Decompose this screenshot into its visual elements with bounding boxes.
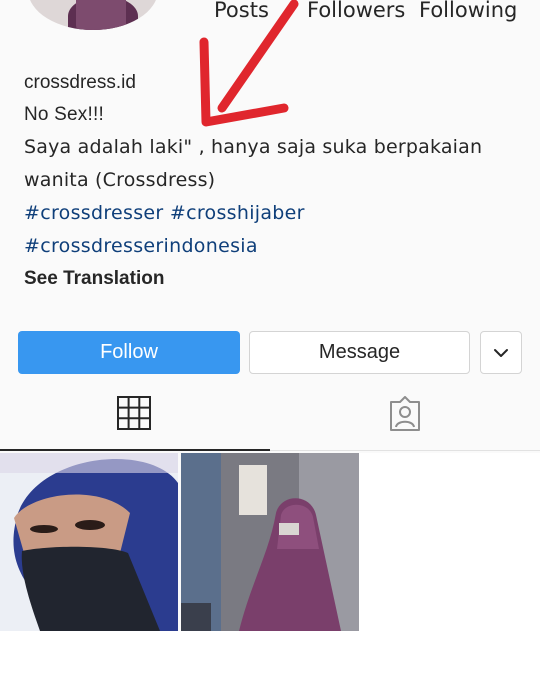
bio-hashtags-2[interactable]: #crossdresserindonesia: [24, 235, 258, 257]
empty-grid-cell: [359, 453, 540, 631]
active-tab-indicator: [0, 449, 270, 451]
following-count-label[interactable]: Following: [419, 0, 517, 22]
bio-line-1: No Sex!!!: [24, 104, 104, 125]
more-options-button[interactable]: [480, 331, 522, 374]
message-button[interactable]: Message: [249, 331, 470, 374]
grid-icon[interactable]: [117, 396, 151, 430]
bio-hashtags-1[interactable]: #crossdresser #crosshijaber: [24, 202, 305, 224]
profile-username: crossdress.id: [24, 72, 136, 93]
profile-avatar[interactable]: [28, 0, 158, 30]
see-translation-link[interactable]: See Translation: [24, 268, 164, 290]
tagged-icon[interactable]: [387, 396, 423, 432]
post-thumbnail-1[interactable]: [0, 453, 178, 631]
followers-count-label[interactable]: Followers: [307, 0, 405, 22]
bio-line-3: wanita (Crossdress): [24, 169, 216, 191]
follow-button[interactable]: Follow: [18, 331, 240, 374]
instagram-profile-page: Posts Followers Following crossdress.id …: [0, 0, 540, 675]
red-annotation-arrow-icon: [199, 0, 299, 127]
bottom-blank-area: [0, 631, 540, 675]
chevron-down-icon: [494, 348, 508, 357]
post-thumbnail-2[interactable]: [181, 453, 359, 631]
